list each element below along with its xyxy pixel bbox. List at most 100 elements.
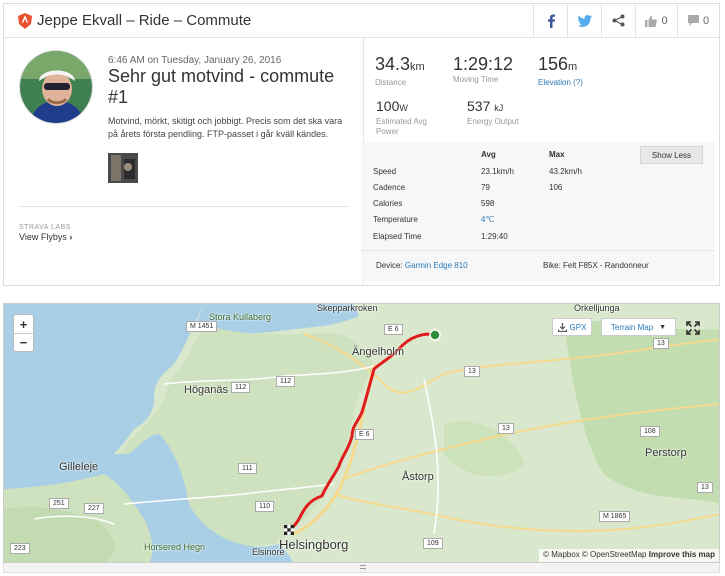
map-resize-handle[interactable] — [3, 563, 720, 573]
map-place-orkelljunga: Örkelljunga — [574, 303, 620, 313]
row-avg: 79 — [481, 183, 490, 192]
map-place-skepparkroken: Skepparkroken — [317, 303, 378, 313]
kudos-count: 0 — [661, 14, 668, 27]
activity-name: Sehr gut motvind - commute #1 — [108, 66, 335, 107]
attribution-text[interactable]: © Mapbox © OpenStreetMap — [543, 550, 646, 559]
route-map[interactable]: Skepparkroken Örkelljunga Stora Kullaber… — [3, 303, 720, 563]
map-place-hoganas: Höganäs — [184, 384, 229, 396]
map-place-gilleleje: Gilleleje — [59, 461, 99, 473]
map-place-kullaberg: Stora Kullaberg — [209, 312, 272, 322]
share-icon — [612, 14, 625, 27]
map-attribution: © Mapbox © OpenStreetMap Improve this ma… — [539, 549, 719, 562]
activity-summary: 6:46 AM on Tuesday, January 26, 2016 Seh… — [4, 38, 364, 285]
row-label: Cadence — [373, 183, 406, 192]
map-type-select[interactable]: Terrain Map ▼ — [601, 318, 676, 336]
photo-image — [108, 153, 138, 183]
energy-unit: kJ — [494, 103, 504, 113]
share-actions: 0 0 — [533, 4, 719, 37]
stat-elevation: 156m Elevation (?) — [538, 54, 583, 88]
power-unit: W — [399, 103, 408, 113]
row-label: Speed — [373, 167, 397, 176]
route-finish-flag-icon — [284, 525, 294, 535]
stat-energy: 537 kJ Energy Output — [467, 98, 519, 127]
zoom-control: + − — [13, 314, 34, 352]
twitter-share-button[interactable] — [567, 4, 601, 37]
page-title: Jeppe Ekvall – Ride – Commute — [37, 12, 252, 29]
road-shield: M 1865 — [599, 511, 631, 522]
col-avg: Avg — [481, 150, 496, 159]
map-type-label: Terrain Map — [610, 322, 654, 332]
stat-power: 100W Estimated Avg Power — [376, 98, 446, 137]
bike-info: Bike: Felt F85X - Randonneur — [543, 261, 649, 270]
row-max: 43.2km/h — [549, 167, 582, 176]
view-flybys-label: View Flybys — [19, 232, 67, 242]
comments-button[interactable]: 0 — [677, 4, 719, 37]
divider — [361, 250, 715, 251]
kudos-button[interactable]: 0 — [635, 4, 677, 37]
caret-down-icon: ▼ — [659, 323, 667, 331]
row-avg: 1:29:40 — [481, 232, 508, 241]
road-shield: E 6 — [384, 324, 403, 335]
road-shield: 223 — [10, 543, 30, 554]
chevron-right-icon: › — [69, 232, 73, 242]
activity-description: Motvind, mörkt, skitigt och jobbigt. Pre… — [108, 116, 343, 139]
road-shield: 227 — [84, 503, 104, 514]
energy-label: Energy Output — [467, 117, 519, 126]
road-shield: 110 — [255, 501, 275, 512]
avatar-photo — [20, 51, 92, 123]
row-label: Calories — [373, 199, 403, 208]
distance-unit: km — [410, 61, 425, 73]
row-max: 106 — [549, 183, 563, 192]
road-shield: 112 — [276, 376, 296, 387]
road-shield: 13 — [498, 423, 514, 434]
twitter-icon — [577, 14, 592, 27]
distance-label: Distance — [375, 78, 407, 87]
moving-time-value: 1:29:12 — [453, 54, 514, 74]
road-shield: 251 — [49, 498, 69, 509]
row-label: Temperature — [373, 215, 418, 224]
stat-distance: 34.3km Distance — [375, 54, 425, 88]
athlete-avatar[interactable] — [19, 50, 93, 124]
map-place-perstorp: Perstorp — [645, 447, 687, 459]
map-place-astorp: Åstorp — [402, 471, 434, 483]
comment-icon — [687, 15, 699, 26]
map-place-angelholm: Ängelholm — [352, 346, 404, 358]
stat-moving-time: 1:29:12 Moving Time — [453, 54, 513, 85]
share-button[interactable] — [601, 4, 635, 37]
road-shield: 13 — [464, 366, 480, 377]
device-link[interactable]: Garmin Edge 810 — [405, 261, 468, 270]
facebook-icon — [547, 14, 555, 28]
row-avg: 598 — [481, 199, 495, 208]
device-info: Device: Garmin Edge 810 — [376, 261, 468, 270]
ride-shield-icon — [18, 13, 32, 29]
fullscreen-button[interactable] — [683, 318, 703, 338]
activity-timestamp: 6:46 AM on Tuesday, January 26, 2016 — [108, 55, 282, 66]
show-less-button[interactable]: Show Less — [640, 146, 703, 164]
strava-labs-label: STRAVA LABS — [19, 224, 71, 231]
distance-value: 34.3 — [375, 54, 411, 74]
col-max: Max — [549, 150, 565, 159]
facebook-share-button[interactable] — [533, 4, 567, 37]
power-value: 100 — [376, 98, 400, 114]
download-gpx-button[interactable]: GPX — [552, 318, 592, 336]
elevation-value: 156 — [538, 54, 569, 74]
elevation-help-link[interactable]: Elevation (?) — [538, 78, 583, 88]
zoom-out-button[interactable]: − — [14, 333, 33, 351]
activity-photo-thumbnail[interactable] — [108, 153, 138, 183]
road-shield: 109 — [423, 538, 443, 549]
road-shield: 13 — [653, 338, 669, 349]
expand-icon — [686, 321, 700, 335]
improve-map-link[interactable]: Improve this map — [649, 550, 715, 559]
view-flybys-link[interactable]: View Flybys › — [19, 232, 72, 242]
row-avg: 23.1km/h — [481, 167, 514, 176]
row-label: Elapsed Time — [373, 232, 422, 241]
device-label: Device: — [376, 261, 403, 270]
road-shield: 111 — [238, 463, 257, 474]
road-shield: 112 — [231, 382, 251, 393]
route-start-marker — [429, 329, 441, 341]
thumbs-up-icon — [645, 15, 658, 27]
moving-time-label: Moving Time — [453, 75, 499, 84]
power-label: Estimated Avg Power — [376, 117, 427, 136]
gpx-label: GPX — [569, 322, 587, 332]
zoom-in-button[interactable]: + — [14, 315, 33, 333]
